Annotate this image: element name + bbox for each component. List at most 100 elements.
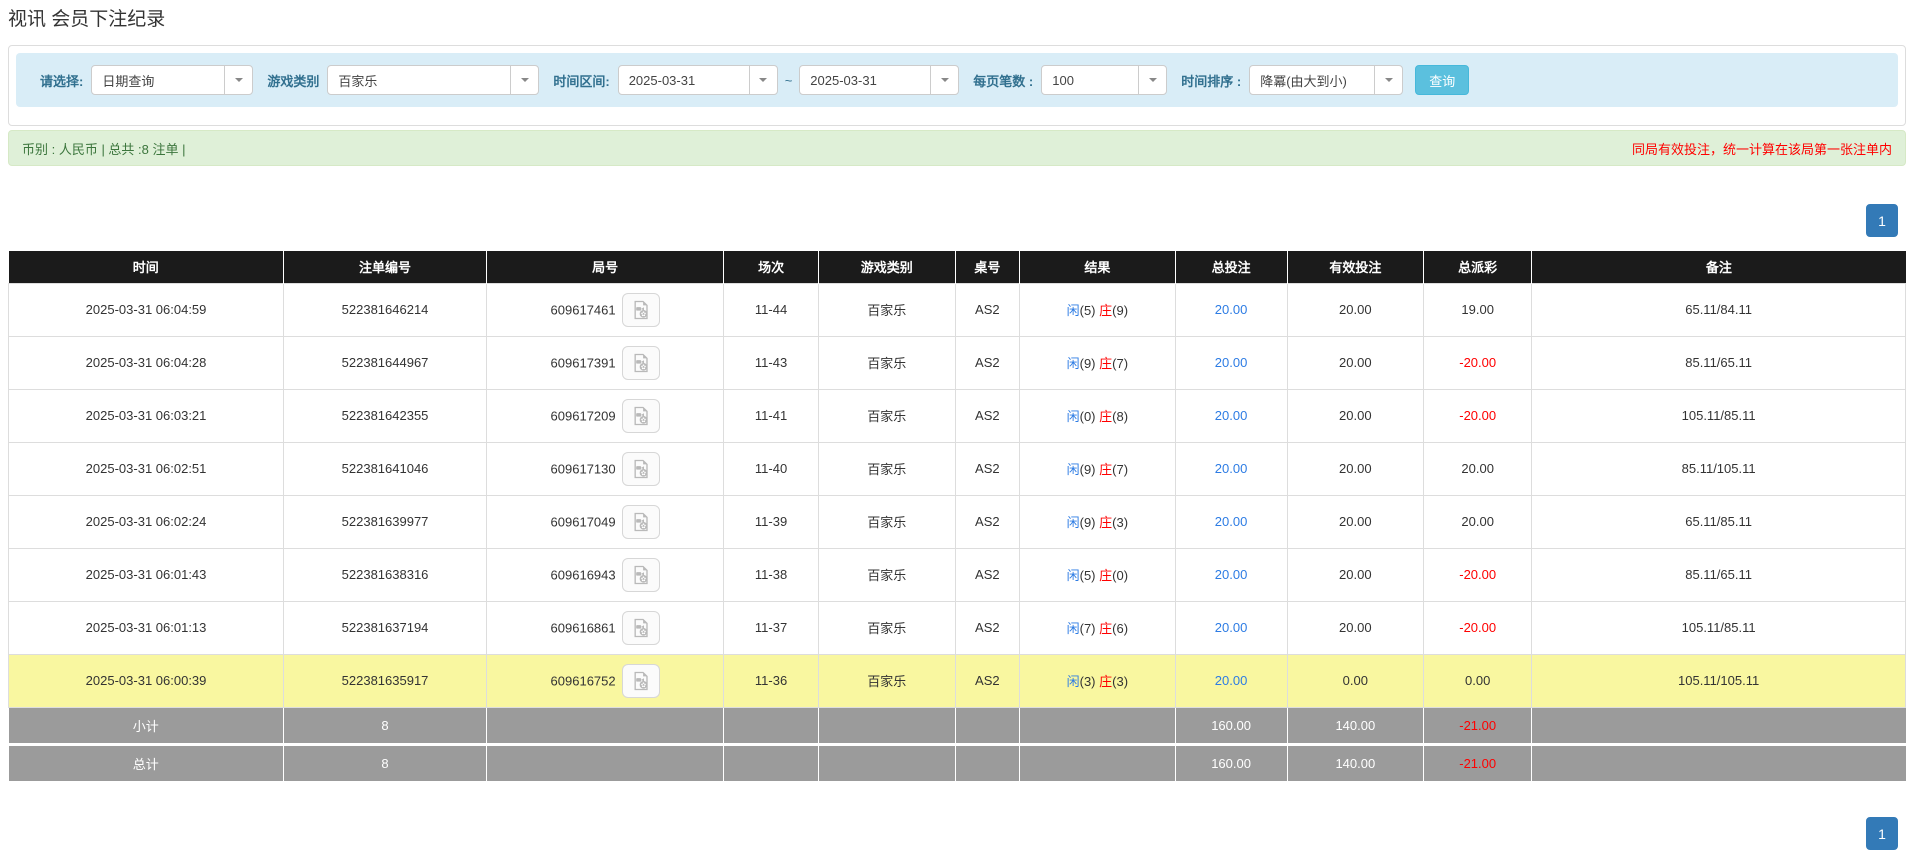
video-replay-button[interactable] — [622, 346, 660, 380]
result-cell: 闲(5) 庄(9) — [1020, 283, 1176, 336]
time-sort-select[interactable]: 降冪(由大到小) — [1249, 65, 1403, 95]
table-number-cell: AS2 — [955, 283, 1019, 336]
pagination-page-button[interactable]: 1 — [1866, 204, 1898, 237]
pagination-page-button[interactable]: 1 — [1866, 817, 1898, 850]
subtotal-valid-bet: 140.00 — [1287, 707, 1424, 744]
table-row: 2025-03-31 06:04:28 522381644967 6096173… — [9, 336, 1906, 389]
total-bet-link[interactable]: 20.00 — [1215, 408, 1248, 423]
column-header-6: 结果 — [1020, 251, 1176, 283]
total-bet-cell: 20.00 — [1175, 601, 1287, 654]
date-from-select[interactable]: 2025-03-31 — [618, 65, 778, 95]
total-count: 8 — [284, 744, 487, 781]
total-bet-link[interactable]: 20.00 — [1215, 620, 1248, 635]
chevron-down-icon[interactable] — [224, 66, 252, 94]
total-row: 总计 8 160.00 140.00 -21.00 — [9, 744, 1906, 781]
round-number: 609617209 — [551, 408, 616, 423]
player-result-label: 闲 — [1067, 462, 1080, 477]
session-cell: 11-36 — [724, 654, 819, 707]
table-number-cell: AS2 — [955, 442, 1019, 495]
table-number-cell: AS2 — [955, 548, 1019, 601]
table-header-row: 时间注单编号局号场次游戏类别桌号结果总投注有效投注总派彩备注 — [9, 251, 1906, 283]
subtotal-payout: -21.00 — [1424, 707, 1532, 744]
video-replay-icon — [631, 353, 651, 373]
date-to-select[interactable]: 2025-03-31 — [799, 65, 959, 95]
banker-result-label: 庄 — [1099, 621, 1112, 636]
query-type-select[interactable]: 日期查询 — [91, 65, 253, 95]
valid-bet-cell: 20.00 — [1287, 442, 1424, 495]
video-replay-button[interactable] — [622, 664, 660, 698]
date-range-label: 时间区间: — [553, 71, 609, 90]
table-row: 2025-03-31 06:01:13 522381637194 6096168… — [9, 601, 1906, 654]
video-replay-button[interactable] — [622, 452, 660, 486]
page-size-select[interactable]: 100 — [1041, 65, 1167, 95]
banker-result-label: 庄 — [1099, 462, 1112, 477]
player-result-label: 闲 — [1067, 515, 1080, 530]
pagination-top: 1 — [8, 204, 1898, 237]
payout-cell: -20.00 — [1424, 601, 1532, 654]
summary-bar-note: 同局有效投注，统一计算在该局第一张注单内 — [1632, 139, 1892, 158]
column-header-0: 时间 — [9, 251, 284, 283]
table-number-cell: AS2 — [955, 654, 1019, 707]
column-header-2: 局号 — [487, 251, 724, 283]
valid-bet-cell: 20.00 — [1287, 601, 1424, 654]
table-row: 2025-03-31 06:03:21 522381642355 6096172… — [9, 389, 1906, 442]
payout-cell: 20.00 — [1424, 495, 1532, 548]
table-number-cell: AS2 — [955, 495, 1019, 548]
total-bet-cell: 20.00 — [1175, 495, 1287, 548]
bet-id-cell: 522381639977 — [284, 495, 487, 548]
table-row: 2025-03-31 06:01:43 522381638316 6096169… — [9, 548, 1906, 601]
total-bet-link[interactable]: 20.00 — [1215, 514, 1248, 529]
remark-cell: 105.11/105.11 — [1532, 654, 1906, 707]
total-bet-cell: 20.00 — [1175, 336, 1287, 389]
bet-id-cell: 522381644967 — [284, 336, 487, 389]
column-header-3: 场次 — [724, 251, 819, 283]
time-cell: 2025-03-31 06:03:21 — [9, 389, 284, 442]
chevron-down-icon[interactable] — [510, 66, 538, 94]
bet-id-cell: 522381642355 — [284, 389, 487, 442]
filter-panel: 请选择: 日期查询 游戏类别 百家乐 时间区间: 2025-03-31 ~ 20… — [8, 45, 1906, 126]
time-cell: 2025-03-31 06:04:28 — [9, 336, 284, 389]
chevron-down-icon[interactable] — [1374, 66, 1402, 94]
chevron-down-icon[interactable] — [930, 66, 958, 94]
video-replay-button[interactable] — [622, 558, 660, 592]
column-header-4: 游戏类别 — [819, 251, 956, 283]
column-header-1: 注单编号 — [284, 251, 487, 283]
video-replay-button[interactable] — [622, 505, 660, 539]
game-type-select[interactable]: 百家乐 — [327, 65, 539, 95]
column-header-5: 桌号 — [955, 251, 1019, 283]
round-number: 609617461 — [551, 302, 616, 317]
total-payout: -21.00 — [1424, 744, 1532, 781]
search-button[interactable]: 查询 — [1415, 65, 1469, 95]
banker-result-label: 庄 — [1099, 409, 1112, 424]
round-cell: 609616752 — [487, 654, 724, 707]
player-result-label: 闲 — [1067, 674, 1080, 689]
total-bet-link[interactable]: 20.00 — [1215, 355, 1248, 370]
valid-bet-cell: 20.00 — [1287, 548, 1424, 601]
payout-cell: 20.00 — [1424, 442, 1532, 495]
filter-bar: 请选择: 日期查询 游戏类别 百家乐 时间区间: 2025-03-31 ~ 20… — [16, 53, 1898, 107]
payout-cell: -20.00 — [1424, 336, 1532, 389]
video-replay-button[interactable] — [622, 399, 660, 433]
total-bet-link[interactable]: 20.00 — [1215, 302, 1248, 317]
total-total-bet: 160.00 — [1175, 744, 1287, 781]
video-replay-button[interactable] — [622, 293, 660, 327]
table-row: 2025-03-31 06:04:59 522381646214 6096174… — [9, 283, 1906, 336]
result-cell: 闲(7) 庄(6) — [1020, 601, 1176, 654]
video-replay-icon — [631, 565, 651, 585]
total-bet-link[interactable]: 20.00 — [1215, 673, 1248, 688]
video-replay-button[interactable] — [622, 611, 660, 645]
time-cell: 2025-03-31 06:01:13 — [9, 601, 284, 654]
subtotal-count: 8 — [284, 707, 487, 744]
chevron-down-icon[interactable] — [1138, 66, 1166, 94]
time-cell: 2025-03-31 06:01:43 — [9, 548, 284, 601]
video-replay-icon — [631, 618, 651, 638]
subtotal-total-bet: 160.00 — [1175, 707, 1287, 744]
table-number-cell: AS2 — [955, 601, 1019, 654]
result-cell: 闲(9) 庄(7) — [1020, 336, 1176, 389]
table-row: 2025-03-31 06:02:24 522381639977 6096170… — [9, 495, 1906, 548]
time-cell: 2025-03-31 06:02:51 — [9, 442, 284, 495]
total-bet-link[interactable]: 20.00 — [1215, 567, 1248, 582]
total-bet-link[interactable]: 20.00 — [1215, 461, 1248, 476]
chevron-down-icon[interactable] — [749, 66, 777, 94]
bet-id-cell: 522381637194 — [284, 601, 487, 654]
